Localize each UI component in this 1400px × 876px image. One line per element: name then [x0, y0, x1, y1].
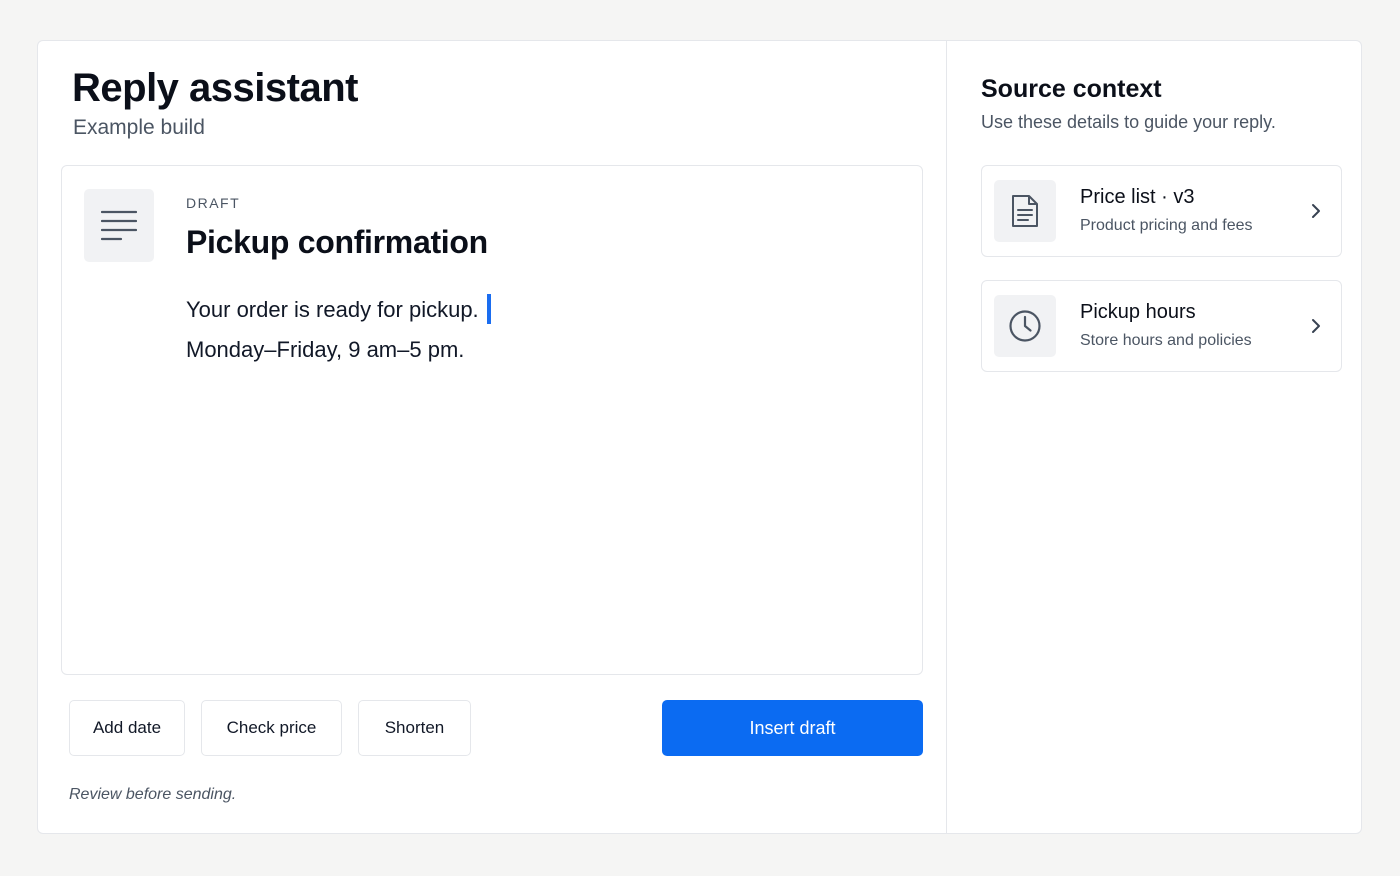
draft-editor[interactable]: DRAFT Pickup confirmation Your order is … — [61, 165, 923, 675]
draft-label: DRAFT — [186, 195, 241, 211]
clock-icon — [994, 295, 1056, 357]
draft-line: Your order is ready for pickup. — [186, 294, 491, 334]
source-context-pane: Source context Use these details to guid… — [946, 41, 1361, 833]
draft-text[interactable]: Your order is ready for pickup. Monday–F… — [186, 294, 491, 374]
source-item-pickup-hours[interactable]: Pickup hours Store hours and policies — [981, 280, 1342, 372]
chevron-right-icon — [1312, 204, 1320, 218]
draft-title: Pickup confirmation — [186, 224, 488, 260]
page-title: Reply assistant — [72, 66, 358, 110]
insert-draft-button[interactable]: Insert draft — [662, 700, 923, 756]
draft-pane: Reply assistant Example build DRAFT Pick… — [38, 41, 946, 833]
app-window: Reply assistant Example build DRAFT Pick… — [37, 40, 1362, 834]
source-name: Price list · v3 — [1080, 186, 1195, 208]
context-subtitle: Use these details to guide your reply. — [981, 112, 1276, 132]
add-date-button[interactable]: Add date — [69, 700, 185, 756]
document-lines-icon — [84, 189, 154, 262]
source-item-price-list[interactable]: Price list · v3 Product pricing and fees — [981, 165, 1342, 257]
draft-line-text: Your order is ready for pickup. — [186, 297, 479, 322]
draft-line-text: Monday–Friday, 9 am–5 pm. — [186, 337, 465, 362]
text-cursor — [486, 294, 491, 325]
source-name: Pickup hours — [1080, 301, 1196, 323]
source-description: Store hours and policies — [1080, 332, 1252, 349]
chevron-right-icon — [1312, 319, 1320, 333]
review-note: Review before sending. — [69, 786, 237, 803]
draft-line: Monday–Friday, 9 am–5 pm. — [186, 334, 491, 374]
context-title: Source context — [981, 75, 1162, 103]
shorten-button[interactable]: Shorten — [358, 700, 471, 756]
source-description: Product pricing and fees — [1080, 217, 1253, 234]
check-price-button[interactable]: Check price — [201, 700, 342, 756]
page-subtitle: Example build — [73, 116, 205, 139]
file-text-icon — [994, 180, 1056, 242]
